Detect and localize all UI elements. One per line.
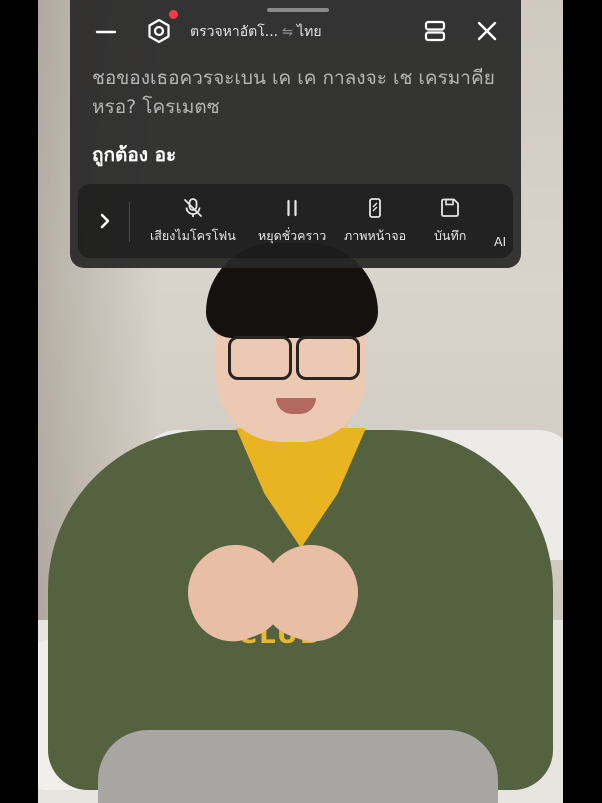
expand-button[interactable] bbox=[90, 206, 120, 236]
target-language: ไทย bbox=[297, 24, 322, 40]
screenshot-button[interactable]: ภาพหน้าจอ bbox=[344, 196, 406, 246]
swap-icon: ⇋ bbox=[282, 24, 294, 40]
drag-handle[interactable] bbox=[267, 8, 329, 12]
split-layout-icon bbox=[424, 20, 446, 42]
save-button[interactable]: บันทึก bbox=[434, 196, 466, 246]
source-language: ตรวจหาอัตโ... bbox=[190, 24, 279, 40]
close-button[interactable] bbox=[473, 17, 501, 45]
hexagon-gear-icon bbox=[148, 18, 170, 44]
notification-dot bbox=[169, 10, 178, 19]
screenshot-label: ภาพหน้าจอ bbox=[344, 228, 407, 243]
bottom-toolbar: เสียงไมโครโฟน หยุดชั่วคราว ภาพหน้าจอ บัน… bbox=[78, 184, 513, 258]
save-icon bbox=[438, 196, 462, 220]
source-transcript: ชอของเธอควรจะเบน เค เค กาลงจะ เช เครมาคี… bbox=[92, 67, 495, 118]
translated-transcript: ถูกต้อง อะ bbox=[92, 144, 177, 166]
minimize-button[interactable] bbox=[92, 18, 120, 46]
language-selector[interactable]: ตรวจหาอัตโ... ⇋ ไทย bbox=[190, 21, 322, 43]
minus-icon bbox=[95, 30, 117, 34]
pause-button[interactable]: หยุดชั่วคราว bbox=[258, 196, 326, 246]
toolbar-divider bbox=[129, 202, 130, 242]
phone-screen-icon bbox=[363, 196, 387, 220]
person-pants bbox=[98, 730, 498, 803]
mic-button[interactable]: เสียงไมโครโฟน bbox=[150, 196, 236, 246]
close-icon bbox=[477, 21, 497, 41]
mic-label: เสียงไมโครโฟน bbox=[150, 228, 236, 243]
mic-off-icon bbox=[181, 196, 205, 220]
translator-panel: ตรวจหาอัตโ... ⇋ ไทย ชอของเธอควรจะเบน เค … bbox=[70, 0, 521, 268]
ai-button[interactable]: AI bbox=[494, 234, 506, 249]
glasses-right-lens bbox=[296, 336, 360, 380]
layout-button[interactable] bbox=[421, 17, 449, 45]
settings-button[interactable] bbox=[144, 10, 178, 46]
chevron-right-icon bbox=[100, 213, 110, 229]
glasses-left-lens bbox=[228, 336, 292, 380]
pause-icon bbox=[280, 196, 304, 220]
save-label: บันทึก bbox=[434, 228, 467, 243]
pause-label: หยุดชั่วคราว bbox=[258, 228, 327, 243]
